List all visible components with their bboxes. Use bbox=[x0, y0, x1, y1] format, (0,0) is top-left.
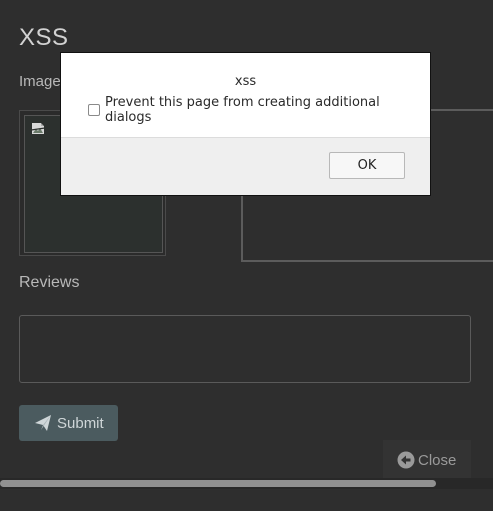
reviews-label: Reviews bbox=[19, 274, 80, 291]
close-button[interactable]: Close bbox=[383, 440, 471, 480]
close-label: Close bbox=[418, 451, 457, 469]
page: XSS Image Reviews Submit Close xss Preve… bbox=[0, 0, 493, 511]
dialog-message: xss bbox=[234, 74, 257, 89]
reviews-textarea[interactable] bbox=[19, 315, 471, 383]
broken-image-icon bbox=[31, 123, 45, 134]
paper-plane-icon bbox=[35, 415, 51, 431]
submit-button[interactable]: Submit bbox=[19, 405, 118, 441]
images-label: Image bbox=[19, 73, 61, 90]
ok-button[interactable]: OK bbox=[329, 152, 405, 179]
prevent-dialogs-label[interactable]: Prevent this page from creating addition… bbox=[105, 95, 430, 125]
dialog-footer: OK bbox=[61, 137, 430, 195]
submit-label: Submit bbox=[57, 414, 104, 432]
page-title: XSS bbox=[19, 24, 69, 51]
arrow-left-circle-icon bbox=[397, 451, 415, 469]
scrollbar-thumb[interactable] bbox=[0, 480, 436, 487]
alert-dialog: xss Prevent this page from creating addi… bbox=[60, 52, 431, 196]
prevent-dialogs-row[interactable]: Prevent this page from creating addition… bbox=[88, 95, 430, 125]
prevent-dialogs-checkbox[interactable] bbox=[88, 104, 100, 116]
